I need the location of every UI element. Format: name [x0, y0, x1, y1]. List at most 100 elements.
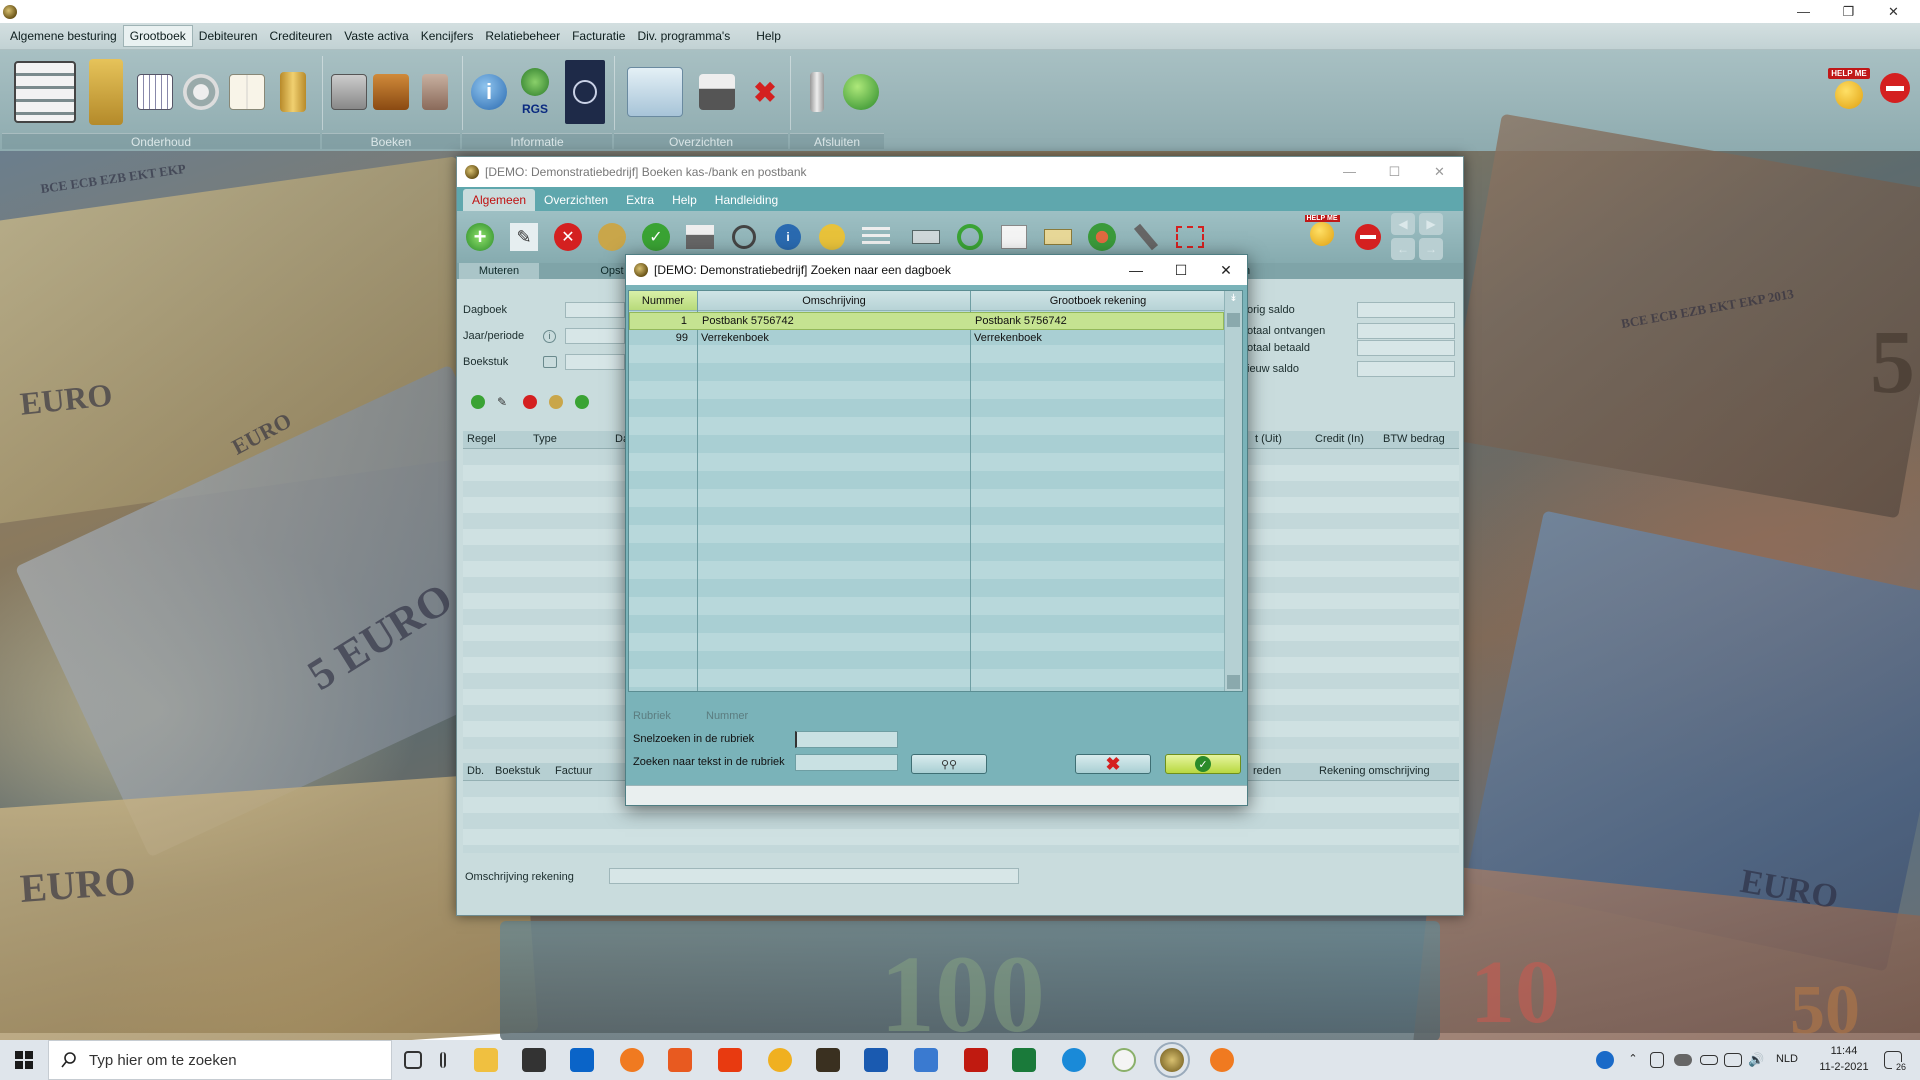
- accounting-app-icon[interactable]: [1154, 1042, 1190, 1078]
- tab-overzichten[interactable]: Overzichten: [535, 189, 617, 211]
- menu-help[interactable]: Help: [750, 26, 787, 46]
- menu-kencijfers[interactable]: Kencijfers: [415, 26, 480, 46]
- minimize-button[interactable]: —: [1781, 0, 1826, 23]
- edit-icon[interactable]: ✎: [505, 218, 543, 256]
- cancel-icon[interactable]: ✕: [549, 218, 587, 256]
- network-icon[interactable]: [1724, 1053, 1742, 1067]
- store-icon[interactable]: [522, 1048, 546, 1072]
- menu-div-programmas[interactable]: Div. programma's: [631, 26, 736, 46]
- ok-button[interactable]: ✓: [1165, 754, 1241, 774]
- tab-handleiding[interactable]: Handleiding: [706, 189, 787, 211]
- people-icon[interactable]: [1083, 218, 1121, 256]
- office-icon[interactable]: [718, 1048, 742, 1072]
- vertical-scrollbar[interactable]: ↡: [1224, 291, 1242, 691]
- tab-extra[interactable]: Extra: [617, 189, 663, 211]
- maximize-button[interactable]: ☐: [1372, 160, 1417, 183]
- column-header-omschrijving[interactable]: Omschrijving: [698, 291, 970, 311]
- minimize-button[interactable]: —: [1327, 160, 1372, 183]
- word-icon[interactable]: [864, 1048, 888, 1072]
- add-line-icon[interactable]: [471, 395, 485, 409]
- exit-green-icon[interactable]: [838, 54, 884, 130]
- excel-icon[interactable]: [1012, 1048, 1036, 1072]
- lines-icon[interactable]: [857, 218, 895, 256]
- start-button[interactable]: [0, 1040, 48, 1080]
- edit-line-icon[interactable]: ✎: [497, 395, 511, 409]
- book-yellow-icon[interactable]: [86, 54, 126, 130]
- jaar-periode-input[interactable]: [565, 328, 625, 344]
- app-yellow-icon[interactable]: [768, 1048, 792, 1072]
- key-icon[interactable]: [794, 54, 840, 130]
- info-icon[interactable]: i: [466, 54, 512, 130]
- edge-icon[interactable]: [1062, 1048, 1086, 1072]
- speaker-icon[interactable]: 🔊: [1748, 1052, 1764, 1068]
- clock-date[interactable]: 11-2-2021: [1812, 1061, 1876, 1073]
- cancel-button[interactable]: ✖: [1075, 754, 1151, 774]
- printer-icon[interactable]: [694, 54, 740, 130]
- task-view-icon[interactable]: [404, 1051, 422, 1069]
- language-indicator[interactable]: NLD: [1772, 1053, 1802, 1065]
- widgets-icon[interactable]: [440, 1052, 446, 1068]
- chevron-up-icon[interactable]: ⌃: [1626, 1052, 1640, 1065]
- add-icon[interactable]: +: [461, 218, 499, 256]
- table-row[interactable]: 99 Verrekenboek Verrekenboek: [629, 330, 1224, 348]
- key-icon[interactable]: [813, 218, 851, 256]
- open-book-icon[interactable]: [224, 54, 270, 130]
- table-row[interactable]: 1 Postbank 5756742 Postbank 5756742: [629, 312, 1224, 330]
- briefcase-icon[interactable]: [368, 54, 414, 130]
- maximize-button[interactable]: ☐: [1158, 255, 1204, 285]
- refresh-icon[interactable]: [951, 218, 989, 256]
- menu-crediteuren[interactable]: Crediteuren: [264, 26, 339, 46]
- delete-line-icon[interactable]: [523, 395, 537, 409]
- restore-button[interactable]: ❐: [1826, 0, 1871, 23]
- confirm-icon[interactable]: ✓: [637, 218, 675, 256]
- snelzoeken-input[interactable]: [795, 731, 898, 748]
- selection-icon[interactable]: [1171, 218, 1209, 256]
- app-orange-icon[interactable]: [620, 1048, 644, 1072]
- safe-icon[interactable]: [326, 54, 372, 130]
- calendar-icon[interactable]: [132, 54, 178, 130]
- gear-icon[interactable]: [178, 54, 224, 130]
- cloud-icon[interactable]: [1674, 1054, 1692, 1066]
- battery-icon[interactable]: [1700, 1055, 1718, 1065]
- menu-algemene-besturing[interactable]: Algemene besturing: [4, 26, 123, 46]
- hammer-icon[interactable]: [1127, 218, 1165, 256]
- undo-icon[interactable]: [593, 218, 631, 256]
- clock-time[interactable]: 11:44: [1812, 1045, 1876, 1057]
- stop-icon[interactable]: [1349, 218, 1387, 256]
- menu-vaste-activa[interactable]: Vaste activa: [338, 26, 414, 46]
- jar-icon[interactable]: [270, 54, 316, 130]
- dagboek-results-grid[interactable]: Nummer Omschrijving Grootboek rekening 1…: [628, 290, 1243, 692]
- first-record-icon[interactable]: ◀: [1391, 213, 1415, 235]
- delete-icon[interactable]: ✖: [742, 54, 788, 130]
- close-button[interactable]: ✕: [1871, 0, 1916, 23]
- printer-icon[interactable]: [681, 218, 719, 256]
- app-bolt-icon[interactable]: [668, 1048, 692, 1072]
- stamp-icon[interactable]: [543, 356, 557, 368]
- close-button[interactable]: ✕: [1417, 160, 1462, 183]
- rgs-button[interactable]: RGS: [512, 54, 558, 130]
- last-record-icon[interactable]: ▶: [1419, 213, 1443, 235]
- column-header-nummer[interactable]: Nummer: [629, 291, 697, 311]
- tab-help[interactable]: Help: [663, 189, 706, 211]
- tab-algemeen[interactable]: Algemeen: [463, 189, 536, 211]
- menu-grootboek[interactable]: Grootboek: [122, 25, 193, 47]
- scroll-thumb[interactable]: [1227, 313, 1240, 327]
- outlook-icon[interactable]: [570, 1048, 594, 1072]
- info-icon[interactable]: i: [543, 330, 556, 343]
- tray-icon[interactable]: [907, 218, 945, 256]
- boekstuk-input[interactable]: [565, 354, 625, 370]
- help-tray-icon[interactable]: [1596, 1051, 1614, 1069]
- taskbar-search[interactable]: Typ hier om te zoeken: [48, 1040, 392, 1080]
- menu-relatiebeheer[interactable]: Relatiebeheer: [479, 26, 566, 46]
- search-text-button[interactable]: ⚲⚲: [911, 754, 987, 774]
- search-icon[interactable]: [725, 218, 763, 256]
- next-record-icon[interactable]: →: [1419, 238, 1443, 260]
- dagboek-input[interactable]: [565, 302, 625, 318]
- notebook-icon[interactable]: [412, 54, 458, 130]
- menu-facturatie[interactable]: Facturatie: [566, 26, 631, 46]
- reports-icon[interactable]: [620, 54, 690, 130]
- device-icon[interactable]: [1650, 1052, 1664, 1068]
- double-chevron-down-icon[interactable]: ↡: [1227, 293, 1240, 307]
- minimize-button[interactable]: —: [1113, 255, 1159, 285]
- money-icon[interactable]: [1039, 218, 1077, 256]
